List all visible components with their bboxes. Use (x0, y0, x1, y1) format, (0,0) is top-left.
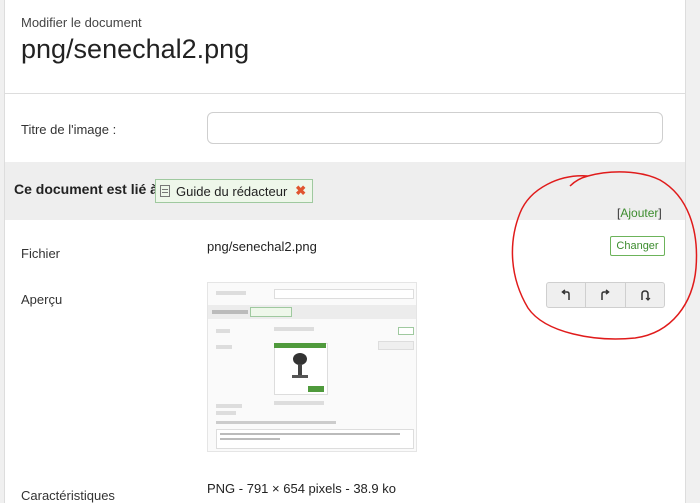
linked-label: Ce document est lié à (14, 181, 158, 197)
linked-document-name[interactable]: Guide du rédacteur (176, 184, 287, 199)
characteristics-label: Caractéristiques (21, 488, 115, 503)
edit-document-panel: Modifier le document png/senechal2.png T… (4, 0, 686, 503)
flip-button[interactable] (626, 283, 664, 307)
image-title-input[interactable] (207, 112, 663, 144)
page-header: Modifier le document png/senechal2.png (5, 0, 685, 94)
characteristics-value: PNG - 791 × 654 pixels - 38.9 ko (207, 481, 396, 496)
flip-icon (641, 290, 651, 301)
rotate-left-icon (561, 289, 570, 300)
image-title-label: Titre de l'image : (21, 122, 117, 137)
rotate-left-button[interactable] (547, 283, 587, 307)
add-link[interactable]: [Ajouter] (617, 206, 662, 220)
document-icon (160, 185, 170, 197)
preview-image (207, 282, 417, 452)
change-file-button[interactable]: Changer (610, 236, 665, 256)
add-link-label[interactable]: Ajouter (620, 206, 658, 220)
remove-link-icon[interactable]: ✖ (295, 183, 306, 199)
linked-documents-section: Ce document est lié à Guide du rédacteur… (5, 162, 685, 220)
rotate-right-icon (601, 289, 611, 300)
page-subtitle: Modifier le document (21, 15, 142, 30)
file-label: Fichier (21, 246, 61, 261)
rotation-toolbar (546, 282, 665, 308)
file-value: png/senechal2.png (207, 239, 317, 254)
linked-document-tag: Guide du rédacteur ✖ (155, 179, 314, 203)
preview-label: Aperçu (21, 292, 63, 307)
page-title: png/senechal2.png (21, 34, 250, 64)
rotate-right-button[interactable] (586, 283, 626, 307)
